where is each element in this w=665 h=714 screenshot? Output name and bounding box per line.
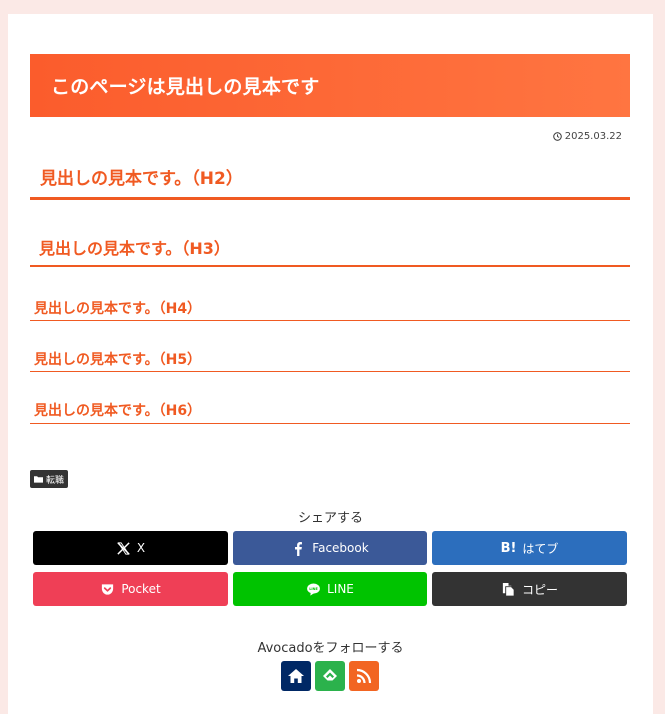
post-date: 2025.03.22 <box>552 131 622 142</box>
share-copy-button[interactable]: コピー <box>432 572 627 606</box>
page-title: このページは見出しの見本です <box>51 76 320 98</box>
share-x-button[interactable]: X <box>33 531 228 565</box>
share-facebook-label: Facebook <box>312 541 369 555</box>
share-x-label: X <box>136 541 146 555</box>
share-facebook-button[interactable]: Facebook <box>233 531 427 565</box>
heading-h2: 見出しの見本です。（H2） <box>30 164 630 200</box>
heading-h6: 見出しの見本です。（H6） <box>30 400 630 424</box>
share-heading: シェアする <box>297 511 363 526</box>
copy-icon <box>502 582 515 597</box>
share-buttons: X Facebook B! はてブ Pocket LINE LINE コピー <box>33 531 627 606</box>
category-tag[interactable]: 転職 <box>30 470 69 488</box>
facebook-icon <box>295 541 303 556</box>
follow-buttons <box>281 661 379 691</box>
heading-h4: 見出しの見本です。（H4） <box>30 298 630 321</box>
share-line-button[interactable]: LINE LINE <box>233 572 427 606</box>
share-copy-label: コピー <box>521 582 558 597</box>
feedly-icon <box>323 669 337 681</box>
category-tag-label: 転職 <box>46 475 65 486</box>
share-pocket-label: Pocket <box>121 582 161 596</box>
follow-feedly-button[interactable] <box>315 661 345 691</box>
x-icon <box>117 541 130 555</box>
rss-icon <box>356 668 372 684</box>
clock-icon <box>552 132 562 141</box>
share-hatena-button[interactable]: B! はてブ <box>432 531 627 565</box>
follow-rss-button[interactable] <box>349 661 379 691</box>
hatena-bookmark-icon: B! <box>500 540 517 556</box>
svg-text:LINE: LINE <box>309 587 318 591</box>
share-hatena-label: はてブ <box>522 541 559 556</box>
heading-h3: 見出しの見本です。（H3） <box>30 235 630 267</box>
line-icon: LINE <box>307 583 320 596</box>
pocket-icon <box>102 583 114 595</box>
page-title-bar: このページは見出しの見本です <box>30 54 630 117</box>
home-icon <box>288 669 304 683</box>
heading-h5: 見出しの見本です。（H5） <box>30 349 630 372</box>
follow-home-button[interactable] <box>281 661 311 691</box>
folder-icon <box>34 476 43 483</box>
article-card: このページは見出しの見本です 2025.03.22 見出しの見本です。（H2） … <box>8 14 653 714</box>
follow-heading: Avocadoをフォローする <box>257 641 404 656</box>
share-line-label: LINE <box>327 582 354 596</box>
post-date-text: 2025.03.22 <box>564 131 622 142</box>
share-pocket-button[interactable]: Pocket <box>33 572 228 606</box>
